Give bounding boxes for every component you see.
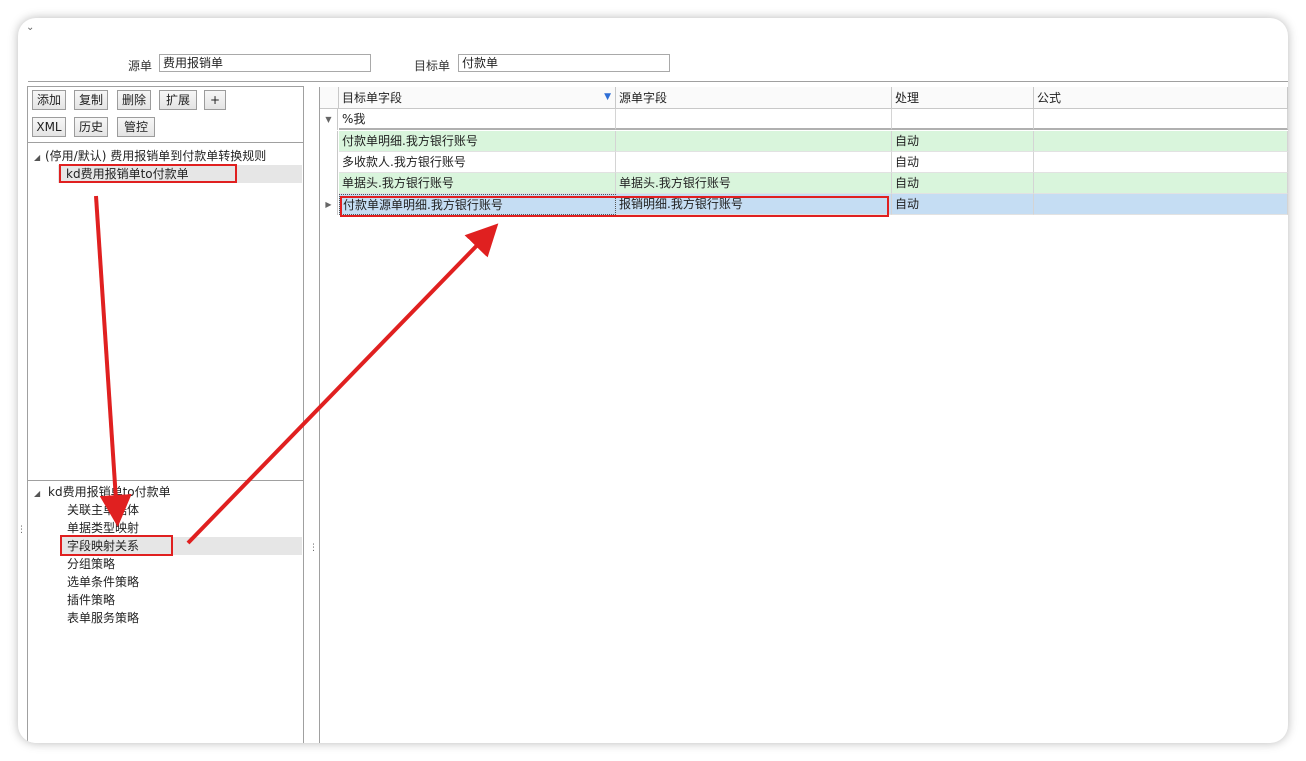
row-indicator[interactable]: [320, 131, 338, 152]
col-header-process[interactable]: 处理: [892, 87, 1034, 109]
filter-source-input[interactable]: [616, 109, 892, 130]
chevron-down-icon[interactable]: ⌄: [26, 22, 34, 33]
table-row-formula[interactable]: [1034, 131, 1288, 152]
filter-formula-input[interactable]: [1034, 109, 1288, 130]
table-row-formula[interactable]: [1034, 152, 1288, 173]
triangle-right-icon[interactable]: ▶: [320, 194, 338, 215]
history-button[interactable]: 历史: [74, 117, 108, 137]
strategy-item-form-service[interactable]: 表单服务策略: [67, 610, 139, 627]
extend-button[interactable]: 扩展: [159, 90, 197, 110]
table-row-process[interactable]: 自动: [892, 173, 1034, 194]
source-label: 源单: [128, 59, 153, 73]
triangle-down-icon[interactable]: ◢: [34, 153, 40, 162]
col-header-formula[interactable]: 公式: [1034, 87, 1288, 109]
strategy-item-plugin[interactable]: 插件策略: [67, 592, 115, 609]
strategy-item-related-entity[interactable]: 关联主单据体: [67, 502, 139, 519]
toolbar-divider: [28, 142, 303, 143]
target-field[interactable]: 付款单: [458, 54, 670, 72]
highlight-field-mapping-box: [60, 535, 173, 556]
row-indicator[interactable]: [320, 173, 338, 194]
table-row-process[interactable]: 自动: [892, 152, 1034, 173]
filter-target-input[interactable]: %我: [339, 109, 616, 130]
field-mapping-grid: 目标单字段 ▼ 源单字段 处理 公式 ▼ %我 付款单明细.我方银行账号 自动 …: [319, 87, 1288, 743]
col-header-target-field[interactable]: 目标单字段 ▼: [339, 87, 616, 109]
table-row-target[interactable]: 付款单明细.我方银行账号: [339, 131, 616, 152]
add-button[interactable]: 添加: [32, 90, 66, 110]
highlight-grid-row-box: [340, 196, 889, 217]
plus-button[interactable]: +: [204, 90, 226, 110]
rules-tree-root[interactable]: (停用/默认) 费用报销单到付款单转换规则: [45, 148, 266, 165]
rules-panel: 添加 复制 删除 扩展 + XML 历史 管控 ◢ (停用/默认) 费用报销单到…: [27, 86, 304, 481]
xml-button[interactable]: XML: [32, 117, 66, 137]
table-row-source[interactable]: [616, 152, 892, 173]
divider: [28, 81, 1288, 82]
highlight-rule-box: [59, 164, 237, 183]
source-field[interactable]: 费用报销单: [159, 54, 371, 72]
table-row-source[interactable]: [616, 131, 892, 152]
table-row-process[interactable]: 自动: [892, 194, 1034, 215]
panel-splitter-grip[interactable]: ⋮: [309, 544, 318, 553]
table-row-target[interactable]: 单据头.我方银行账号: [339, 173, 616, 194]
left-splitter-grip[interactable]: ⋮: [18, 526, 26, 535]
strategy-tree-root[interactable]: kd费用报销单to付款单: [48, 484, 171, 501]
table-row-target[interactable]: 多收款人.我方银行账号: [339, 152, 616, 173]
target-label: 目标单: [414, 59, 451, 73]
funnel-icon: ▼: [320, 109, 338, 130]
window: ⌄ 源单 费用报销单 目标单 付款单 添加 复制 删除 扩展 + XML 历史 …: [18, 18, 1288, 743]
copy-button[interactable]: 复制: [74, 90, 108, 110]
funnel-icon[interactable]: ▼: [604, 86, 611, 108]
table-row-formula[interactable]: [1034, 194, 1288, 215]
table-row-process[interactable]: 自动: [892, 131, 1034, 152]
triangle-down-icon[interactable]: ◢: [34, 489, 40, 498]
strategy-panel: ◢ kd费用报销单to付款单 关联主单据体 单据类型映射 字段映射关系 分组策略…: [27, 480, 304, 743]
grid-corner: [320, 87, 339, 109]
table-row-source[interactable]: 单据头.我方银行账号: [616, 173, 892, 194]
filter-process-input[interactable]: [892, 109, 1034, 130]
control-button[interactable]: 管控: [117, 117, 155, 137]
delete-button[interactable]: 删除: [117, 90, 151, 110]
strategy-item-grouping[interactable]: 分组策略: [67, 556, 115, 573]
col-target-label: 目标单字段: [342, 91, 403, 105]
col-header-source-field[interactable]: 源单字段: [616, 87, 892, 109]
table-row-formula[interactable]: [1034, 173, 1288, 194]
strategy-item-selection-condition[interactable]: 选单条件策略: [67, 574, 139, 591]
row-indicator[interactable]: [320, 152, 338, 173]
